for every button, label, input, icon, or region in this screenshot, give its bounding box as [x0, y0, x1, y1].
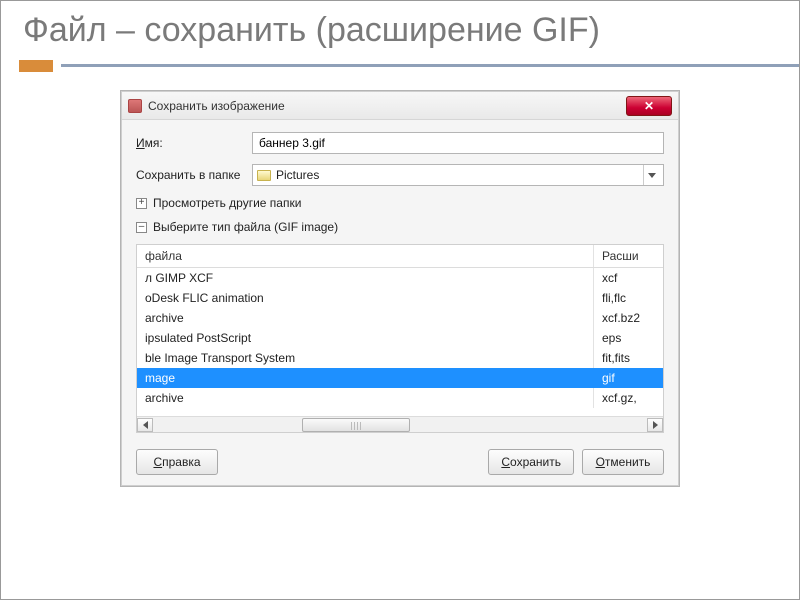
scroll-right-button[interactable]	[647, 418, 663, 432]
screenshot-frame: Сохранить изображение ✕ Имя: Сохранить в…	[120, 90, 680, 487]
scroll-thumb[interactable]	[302, 418, 410, 432]
triangle-right-icon	[653, 421, 658, 429]
file-type-name: oDesk FLIC animation	[137, 288, 593, 308]
folder-icon	[257, 170, 271, 181]
chevron-down-icon	[648, 173, 656, 178]
file-type-row[interactable]: archivexcf.gz,	[137, 388, 663, 408]
app-icon	[128, 99, 142, 113]
save-button[interactable]: Сохранить	[488, 449, 574, 475]
help-button[interactable]: Справка	[136, 449, 218, 475]
file-type-ext: xcf	[593, 268, 663, 288]
file-type-header: файла Расши	[137, 245, 663, 268]
file-type-expander[interactable]: – Выберите тип файла (GIF image)	[136, 220, 664, 234]
file-type-row[interactable]: magegif	[137, 368, 663, 388]
file-type-label: Выберите тип файла (GIF image)	[153, 220, 338, 234]
file-type-ext: xcf.gz,	[593, 388, 663, 408]
cancel-button[interactable]: Отменить	[582, 449, 664, 475]
browse-folders-expander[interactable]: + Просмотреть другие папки	[136, 196, 664, 210]
file-type-name: mage	[137, 368, 593, 388]
close-icon: ✕	[644, 99, 654, 113]
filename-label: Имя:	[136, 136, 252, 150]
file-type-row[interactable]: ble Image Transport Systemfit,fits	[137, 348, 663, 368]
titlebar[interactable]: Сохранить изображение ✕	[122, 92, 678, 120]
folder-dropdown-button[interactable]	[643, 165, 659, 185]
accent-decoration	[1, 60, 799, 72]
file-type-ext: eps	[593, 328, 663, 348]
scroll-track[interactable]	[155, 418, 645, 432]
file-type-list[interactable]: л GIMP XCFxcfoDesk FLIC animationfli,flc…	[137, 268, 663, 416]
collapse-minus-icon: –	[136, 222, 147, 233]
file-type-row[interactable]: archivexcf.bz2	[137, 308, 663, 328]
column-header-ext[interactable]: Расши	[593, 245, 663, 267]
file-type-name: archive	[137, 388, 593, 408]
folder-combo[interactable]: Pictures	[252, 164, 664, 186]
close-button[interactable]: ✕	[626, 96, 672, 116]
browse-folders-label: Просмотреть другие папки	[153, 196, 301, 210]
file-type-ext: fit,fits	[593, 348, 663, 368]
filename-input[interactable]	[252, 132, 664, 154]
horizontal-scrollbar[interactable]	[137, 416, 663, 432]
file-type-name: archive	[137, 308, 593, 328]
file-type-panel: файла Расши л GIMP XCFxcfoDesk FLIC anim…	[136, 244, 664, 433]
slide-title: Файл – сохранить (расширение GIF)	[1, 1, 799, 56]
file-type-ext: gif	[593, 368, 663, 388]
folder-label: Сохранить в папке	[136, 168, 252, 182]
column-header-name[interactable]: файла	[137, 245, 593, 267]
scroll-left-button[interactable]	[137, 418, 153, 432]
window-title: Сохранить изображение	[148, 99, 285, 113]
folder-value: Pictures	[276, 168, 319, 182]
triangle-left-icon	[143, 421, 148, 429]
file-type-name: ble Image Transport System	[137, 348, 593, 368]
save-dialog-window: Сохранить изображение ✕ Имя: Сохранить в…	[121, 91, 679, 486]
file-type-ext: fli,flc	[593, 288, 663, 308]
expand-plus-icon: +	[136, 198, 147, 209]
file-type-row[interactable]: ipsulated PostScripteps	[137, 328, 663, 348]
file-type-row[interactable]: л GIMP XCFxcf	[137, 268, 663, 288]
file-type-ext: xcf.bz2	[593, 308, 663, 328]
file-type-row[interactable]: oDesk FLIC animationfli,flc	[137, 288, 663, 308]
file-type-name: ipsulated PostScript	[137, 328, 593, 348]
file-type-name: л GIMP XCF	[137, 268, 593, 288]
